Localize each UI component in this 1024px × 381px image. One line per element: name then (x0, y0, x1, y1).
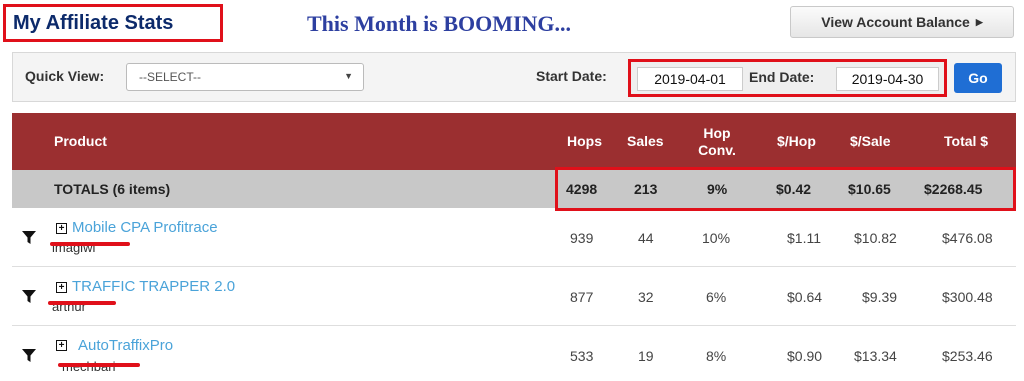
col-product[interactable]: Product (54, 113, 107, 170)
totals-hops: 4298 (566, 181, 598, 197)
filter-bar: Quick View: --SELECT-- ▼ Start Date: 201… (12, 52, 1016, 102)
row-hops: 533 (570, 348, 594, 364)
table-row: + AutoTraffixPro mechbari 533 19 8% $0.9… (12, 326, 1016, 381)
date-range-highlight-box: 2019-04-01 End Date: 2019-04-30 (628, 59, 947, 97)
headline-text: This Month is BOOMING... (307, 11, 572, 36)
product-link[interactable]: AutoTraffixPro (78, 337, 173, 354)
totals-row: TOTALS (6 items) 4298 213 9% $0.42 $10.6… (12, 167, 1016, 211)
title-highlight-box: My Affiliate Stats (3, 4, 223, 42)
filter-icon[interactable] (22, 349, 36, 363)
quick-view-select[interactable]: --SELECT-- ▼ (126, 63, 364, 91)
product-link[interactable]: Mobile CPA Profitrace (72, 219, 218, 236)
account-button-label: View Account Balance (821, 14, 970, 30)
row-per-sale: $9.39 (862, 289, 898, 305)
start-date-label: Start Date: (536, 68, 607, 84)
row-per-sale: $10.82 (854, 230, 897, 246)
col-per-sale[interactable]: $/Sale (850, 113, 890, 170)
row-sales: 32 (638, 289, 654, 305)
totals-total: $2268.45 (924, 181, 983, 197)
row-total: $253.46 (942, 348, 993, 364)
redaction-mark (50, 242, 130, 246)
totals-label: TOTALS (6 items) (54, 181, 171, 197)
table-header: Product Hops Sales Hop Conv. $/Hop $/Sal… (12, 113, 1016, 170)
page-title: My Affiliate Stats (13, 11, 174, 34)
row-hop-conv: 8% (706, 348, 727, 364)
redaction-mark (48, 301, 116, 305)
row-total: $300.48 (942, 289, 993, 305)
row-per-hop: $1.11 (787, 230, 821, 246)
quick-view-label: Quick View: (25, 68, 105, 84)
row-total: $476.08 (942, 230, 993, 246)
go-button[interactable]: Go (954, 63, 1002, 93)
totals-hop-conv: 9% (707, 181, 728, 197)
row-sales: 19 (638, 348, 654, 364)
product-link[interactable]: TRAFFIC TRAPPER 2.0 (72, 278, 235, 295)
expand-plus-icon[interactable]: + (56, 282, 67, 293)
expand-plus-icon[interactable]: + (56, 223, 67, 234)
row-per-sale: $13.34 (854, 348, 897, 364)
end-date-input[interactable]: 2019-04-30 (836, 67, 939, 91)
row-per-hop: $0.64 (787, 289, 823, 305)
table-row: + TRAFFIC TRAPPER 2.0 arthur 877 32 6% $… (12, 267, 1016, 326)
table-row: + Mobile CPA Profitrace imagiwi 939 44 1… (12, 208, 1016, 267)
filter-icon[interactable] (22, 231, 36, 245)
row-hop-conv: 10% (702, 230, 731, 246)
end-date-label: End Date: (749, 69, 815, 85)
view-account-balance-button[interactable]: View Account Balance ▶ (790, 6, 1014, 38)
quick-view-value: --SELECT-- (139, 70, 202, 84)
expand-plus-icon[interactable]: + (56, 340, 67, 351)
col-sales[interactable]: Sales (627, 113, 664, 170)
col-per-hop[interactable]: $/Hop (777, 113, 816, 170)
redaction-mark (58, 363, 140, 367)
dropdown-arrow-icon: ▼ (344, 71, 353, 81)
totals-sales: 213 (634, 181, 658, 197)
row-hops: 939 (570, 230, 594, 246)
row-per-hop: $0.90 (787, 348, 823, 364)
filter-icon[interactable] (22, 290, 36, 304)
col-hops[interactable]: Hops (567, 113, 602, 170)
col-hop-conv[interactable]: Hop Conv. (689, 113, 745, 170)
totals-per-sale: $10.65 (848, 181, 891, 197)
col-total[interactable]: Total $ (944, 113, 988, 170)
row-sales: 44 (638, 230, 654, 246)
totals-per-hop: $0.42 (776, 181, 812, 197)
row-hop-conv: 6% (706, 289, 727, 305)
caret-right-icon: ▶ (975, 16, 983, 27)
row-hops: 877 (570, 289, 594, 305)
start-date-input[interactable]: 2019-04-01 (637, 67, 743, 91)
